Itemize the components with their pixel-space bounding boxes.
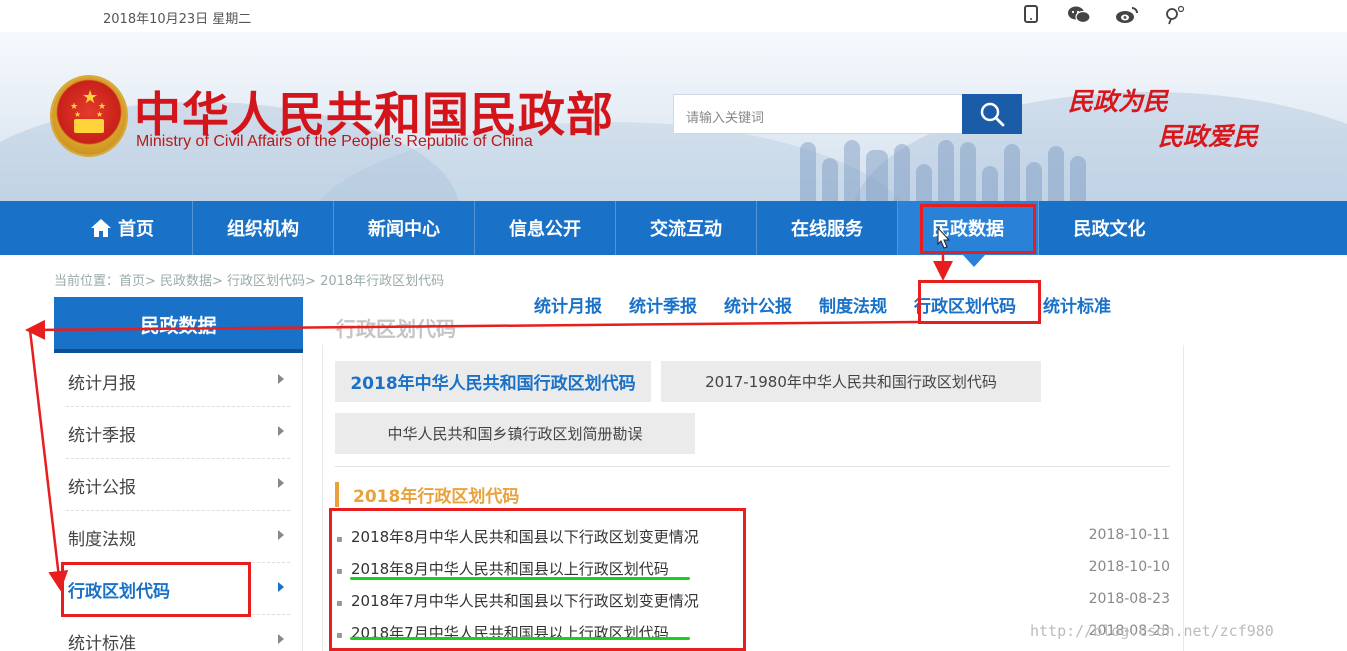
arrow-subnav-to-sidebar [25, 319, 919, 340]
watermark: http://blog.csdn.net/zcf980 [1030, 622, 1274, 640]
annotation-arrows [25, 226, 953, 591]
hand-cursor-icon [937, 226, 951, 249]
page: 2018年10月23日 星期二 ★ ★ ★ ★ ★ 中华人民共和国民政部 Min… [0, 0, 1347, 651]
arrow-sidebar-down [28, 329, 69, 591]
